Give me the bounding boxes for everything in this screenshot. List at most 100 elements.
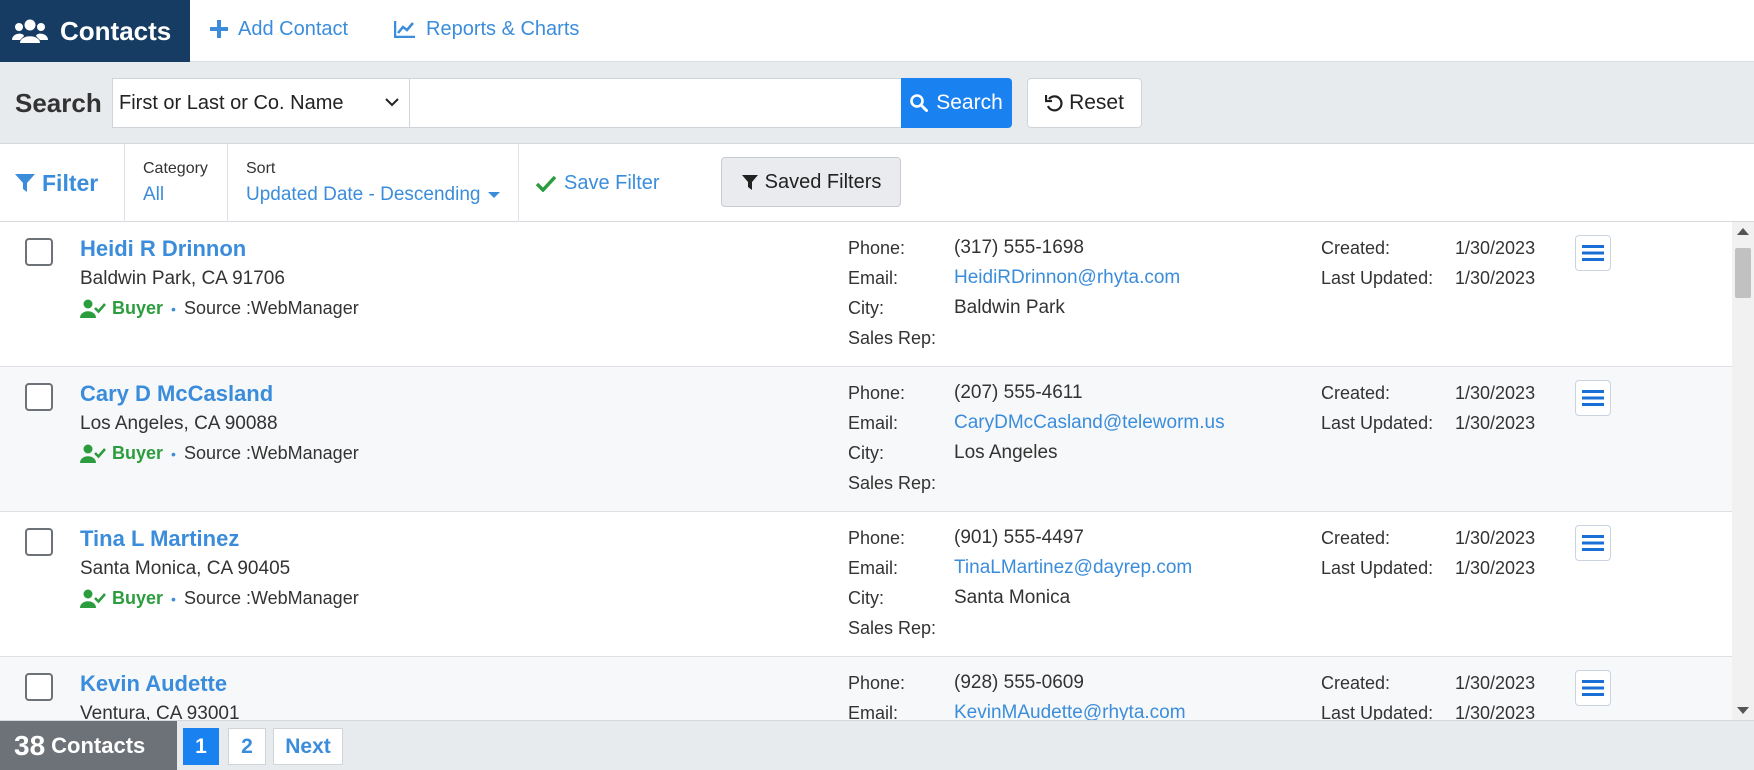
contact-row: Kevin Audette Ventura, CA 93001 Phone: (…: [0, 657, 1732, 720]
search-button[interactable]: Search: [901, 78, 1012, 128]
contact-name[interactable]: Heidi R Drinnon: [80, 236, 246, 262]
contact-tags: Buyer • Source :WebManager: [80, 298, 359, 319]
contact-row: Heidi R Drinnon Baldwin Park, CA 91706 B…: [0, 222, 1732, 367]
reset-button[interactable]: Reset: [1027, 78, 1142, 128]
contact-source: Source :WebManager: [183, 588, 359, 608]
scroll-thumb[interactable]: [1735, 248, 1751, 298]
contact-tags: Buyer • Source :WebManager: [80, 588, 359, 609]
add-contact-link[interactable]: Add Contact: [210, 0, 348, 58]
check-icon: [536, 175, 556, 192]
email-link[interactable]: TinaLMartinez@dayrep.com: [954, 557, 1192, 579]
email-label: Email:: [848, 413, 899, 433]
user-check-icon: [80, 589, 106, 608]
last-updated-value: 1/30/2023: [1455, 268, 1536, 288]
email-link[interactable]: CaryDMcCasland@teleworm.us: [954, 412, 1225, 434]
category-filter: Category All: [125, 144, 228, 222]
created-label: Created:: [1321, 383, 1391, 403]
reset-button-label: Reset: [1069, 91, 1124, 114]
email-label: Email:: [848, 558, 899, 578]
filter-icon: [741, 175, 758, 190]
search-input[interactable]: [410, 78, 902, 128]
hamburger-icon: [1582, 680, 1604, 696]
phone-value: (901) 555-4497: [954, 527, 1084, 548]
search-field-selected: First or Last or Co. Name: [119, 91, 344, 114]
saved-filters-label: Saved Filters: [764, 170, 882, 193]
row-menu-button[interactable]: [1575, 670, 1611, 706]
contact-count-label: Contacts: [51, 733, 146, 758]
created-value: 1/30/2023: [1455, 673, 1536, 693]
row-menu-button[interactable]: [1575, 525, 1611, 561]
page-button-2[interactable]: 2: [228, 728, 266, 765]
contacts-brand[interactable]: Contacts: [0, 0, 190, 62]
sales-rep-label: Sales Rep:: [848, 618, 937, 638]
phone-label: Phone:: [848, 528, 906, 548]
contact-name[interactable]: Cary D McCasland: [80, 381, 273, 407]
city-label: City:: [848, 588, 884, 608]
phone-value: (207) 555-4611: [954, 382, 1083, 403]
created-label: Created:: [1321, 238, 1391, 258]
separator-dot: •: [171, 300, 176, 317]
filter-label: Filter: [42, 169, 99, 196]
row-checkbox[interactable]: [25, 383, 53, 411]
filter-toggle[interactable]: Filter: [0, 144, 125, 222]
sales-rep-label: Sales Rep:: [848, 328, 937, 348]
user-check-icon: [80, 444, 106, 463]
sort-dropdown[interactable]: Updated Date - Descending: [246, 184, 518, 206]
contact-name[interactable]: Tina L Martinez: [80, 526, 239, 552]
row-checkbox[interactable]: [25, 528, 53, 556]
row-menu-button[interactable]: [1575, 235, 1611, 271]
contact-count-number: 38: [14, 730, 46, 761]
next-page-button[interactable]: Next: [273, 728, 343, 765]
email-label: Email:: [848, 268, 899, 288]
last-updated-value: 1/30/2023: [1455, 413, 1536, 433]
category-value[interactable]: All: [143, 184, 227, 206]
undo-icon: [1045, 95, 1063, 112]
contact-type: Buyer: [112, 443, 164, 463]
save-filter-label: Save Filter: [564, 171, 660, 194]
scroll-down-arrow-icon[interactable]: [1737, 707, 1749, 714]
caret-down-icon: [488, 192, 501, 198]
sales-rep-label: Sales Rep:: [848, 473, 937, 493]
contact-address: Baldwin Park, CA 91706: [80, 268, 285, 289]
phone-value: (317) 555-1698: [954, 237, 1084, 258]
hamburger-icon: [1582, 535, 1604, 551]
last-updated-value: 1/30/2023: [1455, 558, 1536, 578]
contact-row: Cary D McCasland Los Angeles, CA 90088 B…: [0, 367, 1732, 512]
page-button-1[interactable]: 1: [183, 728, 219, 765]
phone-value: (928) 555-0609: [954, 672, 1084, 693]
phone-label: Phone:: [848, 383, 906, 403]
created-label: Created:: [1321, 528, 1391, 548]
contact-name[interactable]: Kevin Audette: [80, 671, 227, 697]
search-field-select[interactable]: First or Last or Co. Name: [112, 78, 410, 128]
email-link[interactable]: KevinMAudette@rhyta.com: [954, 702, 1186, 720]
row-checkbox[interactable]: [25, 673, 53, 701]
brand-title: Contacts: [60, 15, 172, 46]
email-link[interactable]: HeidiRDrinnon@rhyta.com: [954, 267, 1180, 289]
separator-dot: •: [171, 590, 176, 607]
phone-label: Phone:: [848, 673, 906, 693]
sort-value: Updated Date - Descending: [246, 184, 481, 205]
category-label: Category: [143, 160, 208, 177]
add-contact-label: Add Contact: [238, 17, 349, 40]
last-updated-label: Last Updated:: [1321, 558, 1434, 578]
list-scrollbar[interactable]: [1732, 222, 1754, 720]
created-label: Created:: [1321, 673, 1391, 693]
save-filter-button[interactable]: Save Filter: [536, 144, 660, 222]
scroll-up-arrow-icon[interactable]: [1737, 228, 1749, 235]
hamburger-icon: [1582, 390, 1604, 406]
contact-list: Heidi R Drinnon Baldwin Park, CA 91706 B…: [0, 222, 1732, 720]
reports-charts-link[interactable]: Reports & Charts: [394, 0, 579, 58]
footer-bar: 38 Contacts 1 2 Next: [0, 720, 1754, 770]
city-value: Santa Monica: [954, 587, 1071, 608]
filter-bar: Filter Category All Sort Updated Date - …: [0, 144, 1754, 222]
city-label: City:: [848, 298, 884, 318]
row-checkbox[interactable]: [25, 238, 53, 266]
row-menu-button[interactable]: [1575, 380, 1611, 416]
search-icon: [910, 94, 929, 112]
email-label: Email:: [848, 703, 899, 720]
contact-count: 38 Contacts: [0, 721, 177, 770]
plus-icon: [210, 20, 228, 38]
separator-dot: •: [171, 445, 176, 462]
line-chart-icon: [394, 21, 415, 38]
saved-filters-button[interactable]: Saved Filters: [721, 157, 901, 207]
